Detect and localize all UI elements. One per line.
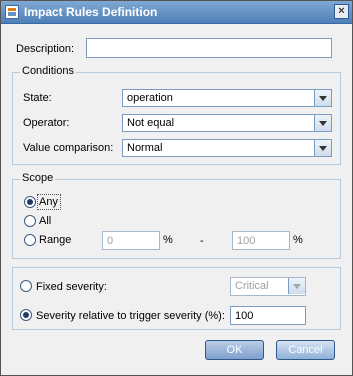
scope-any-label[interactable]: Any [39, 196, 58, 208]
scope-all-label[interactable]: All [39, 215, 51, 227]
scope-range-radio[interactable] [24, 234, 36, 246]
fixed-severity-label[interactable]: Fixed severity: [36, 281, 107, 293]
title-bar[interactable]: Impact Rules Definition × [1, 1, 352, 24]
range-from-input[interactable]: 0 [102, 231, 160, 250]
scope-group [12, 179, 341, 259]
description-label: Description: [16, 43, 75, 55]
relative-severity-radio[interactable] [20, 309, 32, 321]
cancel-button[interactable]: Cancel [276, 340, 335, 360]
fixed-severity-value: Critical [235, 280, 269, 292]
range-from-percent: % [163, 234, 173, 246]
scope-all-radio[interactable] [24, 215, 36, 227]
fixed-severity-dropdown[interactable]: Critical [230, 277, 306, 296]
value-comparison-label: Value comparison: [23, 142, 114, 154]
relative-severity-value: 100 [235, 310, 254, 322]
range-to-percent: % [293, 234, 303, 246]
range-to-value: 100 [237, 235, 256, 247]
scope-range-label[interactable]: Range [39, 234, 71, 246]
dialog-title: Impact Rules Definition [24, 5, 158, 19]
ok-button[interactable]: OK [205, 340, 264, 360]
state-label: State: [23, 92, 52, 104]
value-comparison-value: Normal [127, 142, 163, 154]
chevron-down-icon[interactable] [314, 115, 331, 131]
description-input[interactable] [86, 38, 332, 58]
chevron-down-icon[interactable] [314, 140, 331, 156]
range-dash: - [200, 235, 204, 247]
operator-dropdown[interactable]: Not equal [122, 114, 332, 132]
dialog-icon [5, 5, 19, 19]
state-value: operation [127, 92, 173, 104]
dialog-window: Impact Rules Definition × Description: C… [0, 0, 353, 376]
fixed-severity-radio[interactable] [20, 280, 32, 292]
range-to-input[interactable]: 100 [232, 231, 290, 250]
chevron-down-icon[interactable] [288, 278, 305, 294]
state-dropdown[interactable]: operation [122, 89, 332, 107]
relative-severity-input[interactable]: 100 [230, 306, 306, 325]
operator-value: Not equal [127, 117, 175, 129]
chevron-down-icon[interactable] [314, 90, 331, 106]
value-comparison-dropdown[interactable]: Normal [122, 139, 332, 157]
operator-label: Operator: [23, 117, 70, 129]
conditions-legend: Conditions [20, 65, 76, 77]
scope-legend: Scope [20, 172, 56, 184]
relative-severity-label[interactable]: Severity relative to trigger severity (%… [36, 310, 225, 322]
scope-any-radio[interactable] [24, 196, 36, 208]
range-from-value: 0 [107, 235, 114, 247]
close-icon[interactable]: × [334, 4, 349, 19]
